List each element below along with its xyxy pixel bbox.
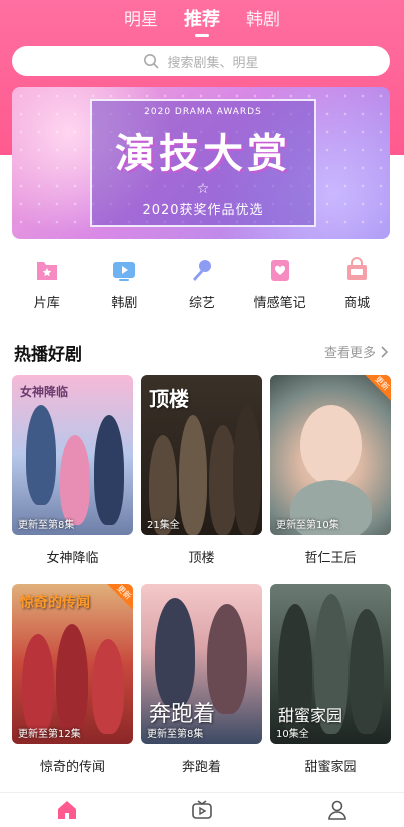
category-label: 情感笔记 (253, 296, 306, 311)
category-emotion-notes[interactable]: 情感笔记 (245, 256, 315, 311)
film-library-icon (36, 262, 57, 280)
shop-icon (347, 257, 368, 280)
drama-poster: 更新 更新至第10集 (270, 375, 391, 535)
section-title: 热播好剧 (14, 345, 82, 365)
drama-card[interactable]: 更新 更新至第10集 哲仁王后 (270, 375, 391, 584)
drama-title: 奔跑着 (181, 760, 221, 775)
drama-title: 顶楼 (188, 551, 215, 566)
bottom-nav (0, 792, 404, 827)
play-screen-icon (113, 262, 136, 281)
category-korean-drama[interactable]: 韩剧 (89, 256, 159, 311)
see-more-link[interactable]: 查看更多 (324, 342, 390, 361)
drama-card[interactable]: 顶楼 21集全 顶楼 (141, 375, 262, 584)
episode-status: 10集全 (276, 729, 309, 740)
poster-title: 甜蜜家园 (278, 706, 343, 725)
drama-poster: 顶楼 21集全 (141, 375, 262, 535)
tab-korean-drama[interactable]: 韩剧 (246, 8, 280, 32)
category-label: 韩剧 (111, 296, 138, 311)
drama-title: 惊奇的传闻 (39, 760, 105, 775)
home-icon[interactable] (55, 798, 79, 822)
drama-poster: 惊奇的传闻 更新 更新至第12集 (12, 584, 133, 744)
search-placeholder: 搜索剧集、明星 (167, 55, 259, 71)
top-tabs: 明星 推荐 韩剧 (0, 8, 404, 37)
drama-poster: 女神降临 更新至第8集 (12, 375, 133, 535)
category-label: 片库 (33, 296, 60, 311)
microphone-icon (192, 260, 211, 281)
heart-note-icon (270, 260, 289, 281)
banner-frame: 2020 DRAMA AWARDS 演技大赏 ☆ 2020获奖作品优选 (90, 99, 316, 227)
poster-title: 女神降临 (20, 385, 69, 399)
banner-subtitle: 2020 DRAMA AWARDS (144, 107, 262, 117)
poster-title: 惊奇的传闻 (20, 595, 90, 611)
category-label: 商城 (344, 296, 371, 311)
episode-status: 更新至第8集 (147, 729, 204, 740)
profile-icon[interactable] (325, 798, 349, 822)
chevron-right-icon (381, 345, 389, 358)
tab-recommend[interactable]: 推荐 (184, 8, 220, 37)
awards-banner[interactable]: 2020 DRAMA AWARDS 演技大赏 ☆ 2020获奖作品优选 (12, 87, 390, 239)
episode-status: 更新至第12集 (18, 729, 81, 740)
category-label: 综艺 (188, 296, 215, 311)
drama-poster: 奔跑着 更新至第8集 (141, 584, 262, 744)
drama-poster: 甜蜜家园 10集全 (270, 584, 391, 744)
update-badge: 更新 (107, 584, 133, 610)
category-variety[interactable]: 综艺 (167, 256, 237, 311)
poster-title: 奔跑着 (149, 702, 216, 727)
category-row: 片库 韩剧 综艺 情感笔记 商城 (0, 256, 404, 311)
drama-card[interactable]: 女神降临 更新至第8集 女神降临 (12, 375, 133, 584)
search-bar[interactable]: 搜索剧集、明星 (12, 46, 390, 76)
tab-stars[interactable]: 明星 (124, 8, 158, 32)
episode-status: 更新至第8集 (18, 520, 75, 531)
see-more-label: 查看更多 (323, 346, 376, 361)
badge-label: 更新 (373, 375, 391, 393)
drama-grid: 女神降临 更新至第8集 女神降临 顶楼 21集全 顶楼 更新 更新至第10集 哲… (12, 375, 392, 793)
update-badge: 更新 (365, 375, 391, 401)
drama-card[interactable]: 奔跑着 更新至第8集 奔跑着 (141, 584, 262, 793)
drama-card[interactable]: 惊奇的传闻 更新 更新至第12集 惊奇的传闻 (12, 584, 133, 793)
banner-title: 演技大赏 (115, 131, 291, 177)
episode-status: 21集全 (147, 520, 180, 531)
drama-title: 女神降临 (46, 551, 99, 566)
drama-title: 哲仁王后 (304, 551, 357, 566)
category-shop[interactable]: 商城 (322, 256, 392, 311)
banner-caption: 2020获奖作品优选 (142, 203, 264, 218)
drama-title: 甜蜜家园 (304, 760, 357, 775)
drama-card[interactable]: 甜蜜家园 10集全 甜蜜家园 (270, 584, 391, 793)
episode-status: 更新至第10集 (276, 520, 339, 531)
badge-label: 更新 (115, 584, 133, 602)
category-film-library[interactable]: 片库 (12, 256, 82, 311)
poster-title: 顶楼 (149, 387, 189, 411)
star-icon: ☆ (196, 181, 210, 197)
search-icon (144, 54, 159, 69)
tv-icon[interactable] (190, 798, 214, 822)
